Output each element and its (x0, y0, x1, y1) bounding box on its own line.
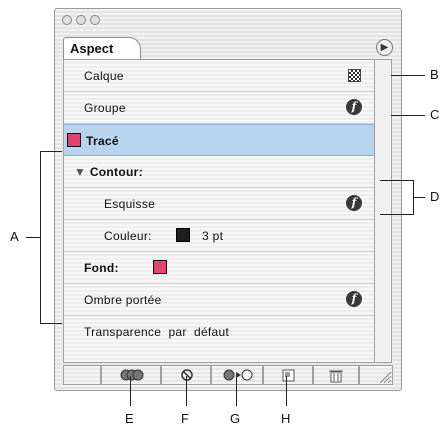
panel-footer (63, 365, 393, 385)
list-item-label: ▼ Contour: (74, 165, 143, 179)
reduce-to-basic-appearance-icon (223, 369, 253, 381)
panel-titlebar (55, 9, 401, 35)
callout-a-bracket (40, 151, 41, 324)
path-swatch (67, 133, 81, 147)
resize-grip[interactable] (359, 365, 393, 385)
list-item-label: Tracé (86, 134, 119, 148)
callout-b-leader (391, 75, 425, 76)
callout-e: E (125, 411, 134, 426)
reduce-to-basic-appearance-button[interactable] (211, 365, 263, 385)
callout-a-leader (26, 237, 40, 238)
callout-h-leader (286, 376, 287, 406)
list-item-label: Ombre portée (84, 293, 162, 307)
callout-c: C (430, 107, 440, 122)
effect-icon[interactable]: f (346, 195, 362, 211)
callout-e-leader (130, 376, 131, 406)
list-item-stroke[interactable]: ▼ Contour: (64, 156, 374, 188)
callout-a-bracket-top (40, 151, 62, 152)
new-art-basic-appearance-icon (120, 369, 144, 381)
effect-icon[interactable]: f (346, 99, 362, 115)
tab-aspect[interactable]: Aspect (63, 37, 141, 59)
callout-h: H (281, 411, 291, 426)
list-item-transparency[interactable]: Transparence par défaut (64, 316, 374, 348)
duplicate-item-icon (282, 369, 295, 382)
callout-d-bracket-bottom (380, 214, 414, 215)
panel-menu-arrow-icon: ▶ (380, 42, 389, 53)
resize-grip-icon (379, 371, 392, 384)
list-item-stroke-color[interactable]: Couleur: 3 pt (64, 220, 374, 252)
fill-color-swatch[interactable] (153, 260, 167, 274)
stroke-weight-value: 3 pt (202, 229, 224, 243)
zoom-window-button[interactable] (90, 15, 100, 25)
callout-f-leader (186, 376, 187, 406)
list-item-layer[interactable]: Calque (64, 60, 374, 92)
callout-d-leader (413, 197, 425, 198)
callout-b: B (430, 67, 439, 82)
list-item-fill[interactable]: Fond: (64, 252, 374, 284)
target-indicator-icon[interactable] (348, 69, 361, 82)
effect-icon[interactable]: f (346, 291, 362, 307)
callout-a-bracket-bottom (40, 323, 62, 324)
appearance-list: Calque Groupe f Tracé ▼ Contour: Esquiss… (63, 59, 375, 363)
callout-a: A (10, 229, 19, 244)
stroke-color-swatch[interactable] (176, 228, 190, 242)
list-item-label: Transparence par défaut (84, 325, 230, 339)
callout-d-bracket-top (380, 180, 414, 181)
callout-g-leader (236, 376, 237, 406)
list-item-path[interactable]: Tracé (64, 124, 374, 156)
list-item-label: Esquisse (104, 197, 156, 211)
panel-menu-button[interactable]: ▶ (376, 39, 393, 56)
stroke-color-label: Couleur: (104, 229, 152, 243)
minimize-window-button[interactable] (76, 15, 86, 25)
delete-item-button[interactable] (313, 365, 359, 385)
callout-f: F (181, 411, 189, 426)
list-item-sketch[interactable]: Esquisse f (64, 188, 374, 220)
clear-appearance-icon (181, 369, 193, 381)
list-item-drop-shadow[interactable]: Ombre portée f (64, 284, 374, 316)
duplicate-item-button[interactable] (263, 365, 313, 385)
list-item-label: Calque (84, 69, 124, 83)
callout-c-leader (391, 115, 425, 116)
scrollbar[interactable] (375, 59, 392, 363)
list-item-label: Fond: (84, 261, 119, 275)
new-art-basic-appearance-button[interactable] (101, 365, 161, 385)
close-window-button[interactable] (62, 15, 72, 25)
callout-g: G (230, 411, 241, 426)
list-item-group[interactable]: Groupe f (64, 92, 374, 124)
appearance-panel: Aspect ▶ Calque Groupe f Tracé ▼ Contour… (54, 8, 402, 391)
list-item-label: Groupe (84, 101, 126, 115)
callout-d: D (430, 189, 440, 204)
footer-spacer (63, 365, 101, 385)
disclosure-triangle-icon[interactable]: ▼ (74, 165, 86, 179)
trash-icon (329, 370, 343, 383)
